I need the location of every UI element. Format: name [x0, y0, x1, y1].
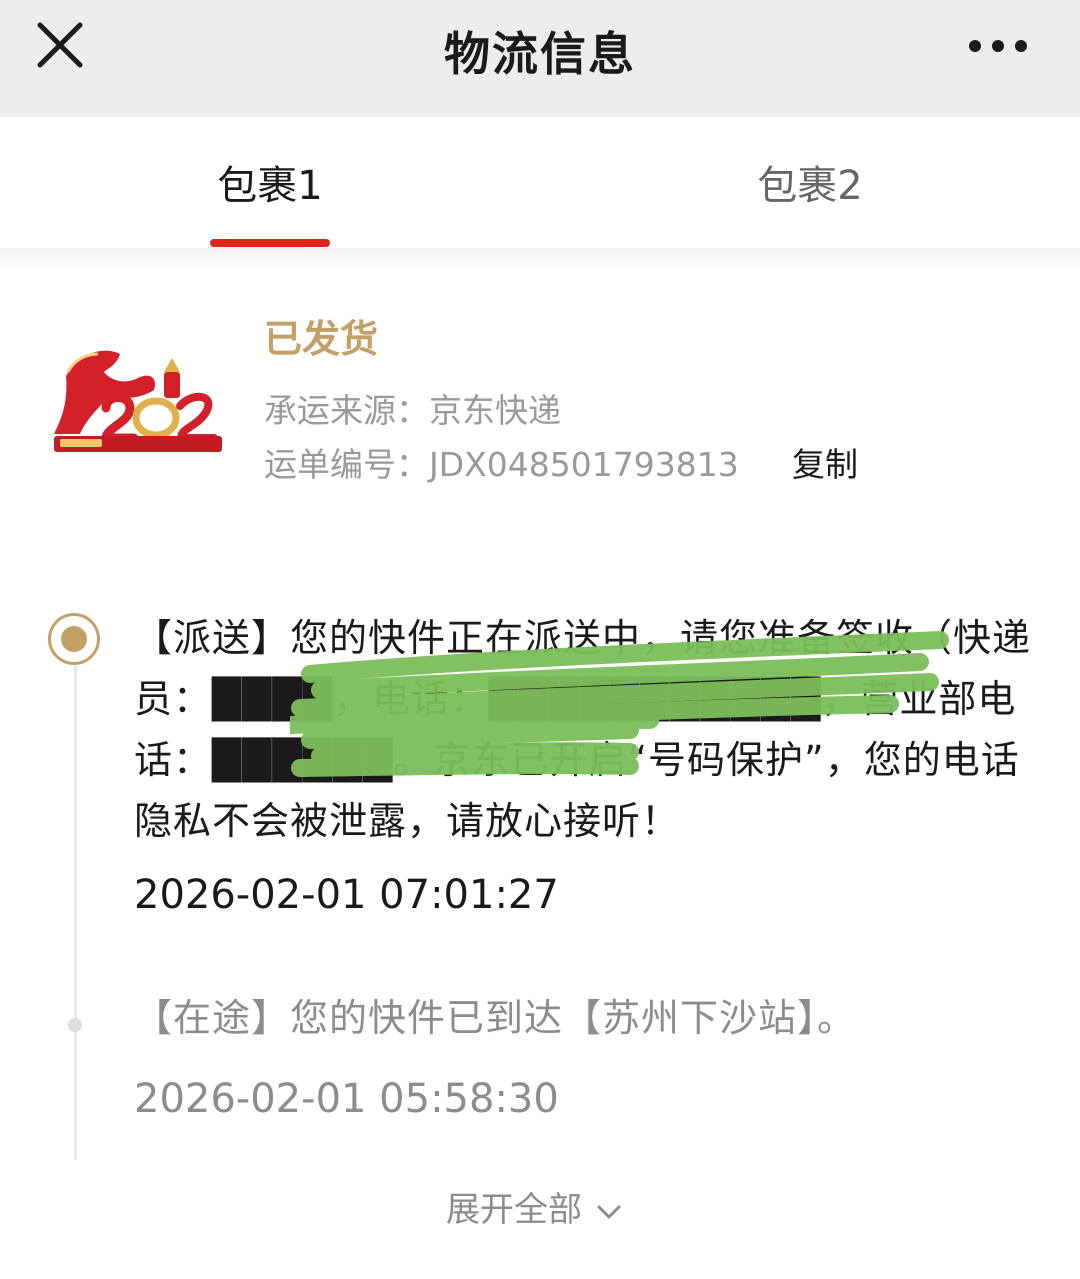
timeline-event-time: 2026-02-01 07:01:27	[134, 872, 559, 918]
timeline-event-time: 2026-02-01 05:58:30	[134, 1076, 559, 1122]
chevron-down-icon	[597, 1205, 621, 1218]
product-thumbnail	[46, 338, 226, 456]
waybill-number: 运单编号：JDX048501793813	[264, 445, 739, 484]
carrier-info: 承运来源：京东快递	[264, 391, 561, 430]
tab-package-1[interactable]: 包裹1	[210, 153, 330, 211]
timeline-node	[68, 1018, 82, 1032]
page-title: 物流信息	[444, 27, 636, 81]
section-divider	[0, 248, 1080, 272]
tab-package-2[interactable]: 包裹2	[750, 153, 870, 211]
top-bar: 物流信息	[0, 0, 1080, 117]
more-button[interactable]	[964, 28, 1034, 64]
copy-waybill-button[interactable]: 复制	[792, 438, 858, 486]
expand-all-button[interactable]: 展开全部	[446, 1182, 624, 1231]
timeline-node-current	[48, 613, 100, 665]
package-tabs: 包裹1 包裹2	[0, 117, 1080, 248]
timeline-line	[74, 666, 77, 1160]
timeline-event-text: 【派送】您的快件正在派送中，请您准备签收（快递员：████，电话：███████…	[134, 616, 1032, 843]
timeline-event-text: 【在途】您的快件已到达【苏州下沙站】。	[134, 996, 857, 1040]
active-tab-indicator	[210, 239, 330, 247]
expand-all-label: 展开全部	[446, 1190, 582, 1230]
shipment-status: 已发货	[264, 317, 379, 361]
more-dots-icon	[969, 40, 1027, 52]
